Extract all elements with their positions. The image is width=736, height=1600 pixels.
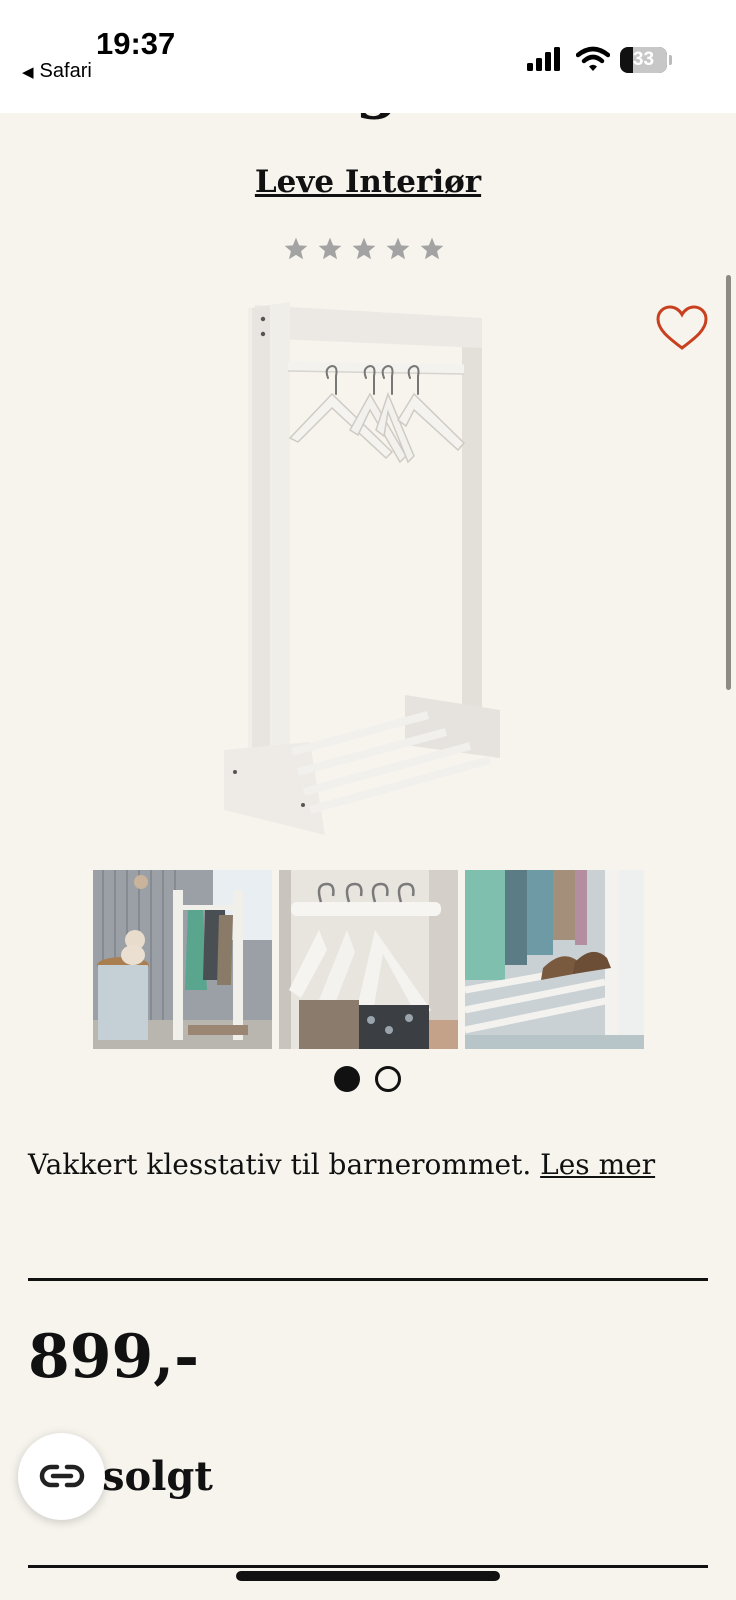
star-icon (386, 237, 410, 260)
gallery-page-dot[interactable] (375, 1066, 401, 1092)
back-to-safari-link[interactable]: ◀ Safari (22, 60, 92, 83)
product-price: 899,- (28, 1322, 200, 1392)
status-time: 19:37 (96, 26, 176, 61)
battery-nub (669, 55, 672, 65)
gallery-page-dot-active[interactable] (334, 1066, 360, 1092)
scrollbar-thumb[interactable] (726, 275, 731, 690)
gallery-thumbnail[interactable] (465, 870, 644, 1049)
brand-link[interactable]: Leve Interiør (0, 164, 736, 200)
link-icon (39, 1464, 85, 1488)
star-icon (284, 237, 308, 260)
back-app-label: Safari (39, 60, 92, 82)
home-indicator[interactable] (236, 1571, 500, 1581)
product-description: Vakkert klesstativ til barnerommet. Les … (28, 1148, 655, 1181)
divider (28, 1565, 708, 1568)
wifi-icon (576, 46, 610, 71)
gallery-thumbnail[interactable] (279, 870, 458, 1049)
read-more-link[interactable]: Les mer (540, 1148, 655, 1181)
cellular-signal-icon (527, 47, 560, 71)
star-icon (420, 237, 444, 260)
back-arrow-icon: ◀ (22, 64, 34, 81)
link-button[interactable] (18, 1433, 105, 1520)
gallery-thumbnail[interactable] (93, 870, 272, 1049)
description-text: Vakkert klesstativ til barnerommet. (28, 1148, 532, 1181)
star-icon (352, 237, 376, 260)
rating-stars[interactable] (283, 236, 453, 268)
battery-level: 33 (632, 49, 655, 70)
divider (28, 1278, 708, 1281)
heart-outline-icon[interactable] (655, 304, 709, 352)
star-icon (318, 237, 342, 260)
stock-status-label: solgt (102, 1453, 213, 1500)
battery-icon: 33 (620, 47, 672, 73)
product-main-image[interactable] (200, 290, 540, 870)
status-bar: 19:37 ◀ Safari 33 (0, 0, 736, 113)
